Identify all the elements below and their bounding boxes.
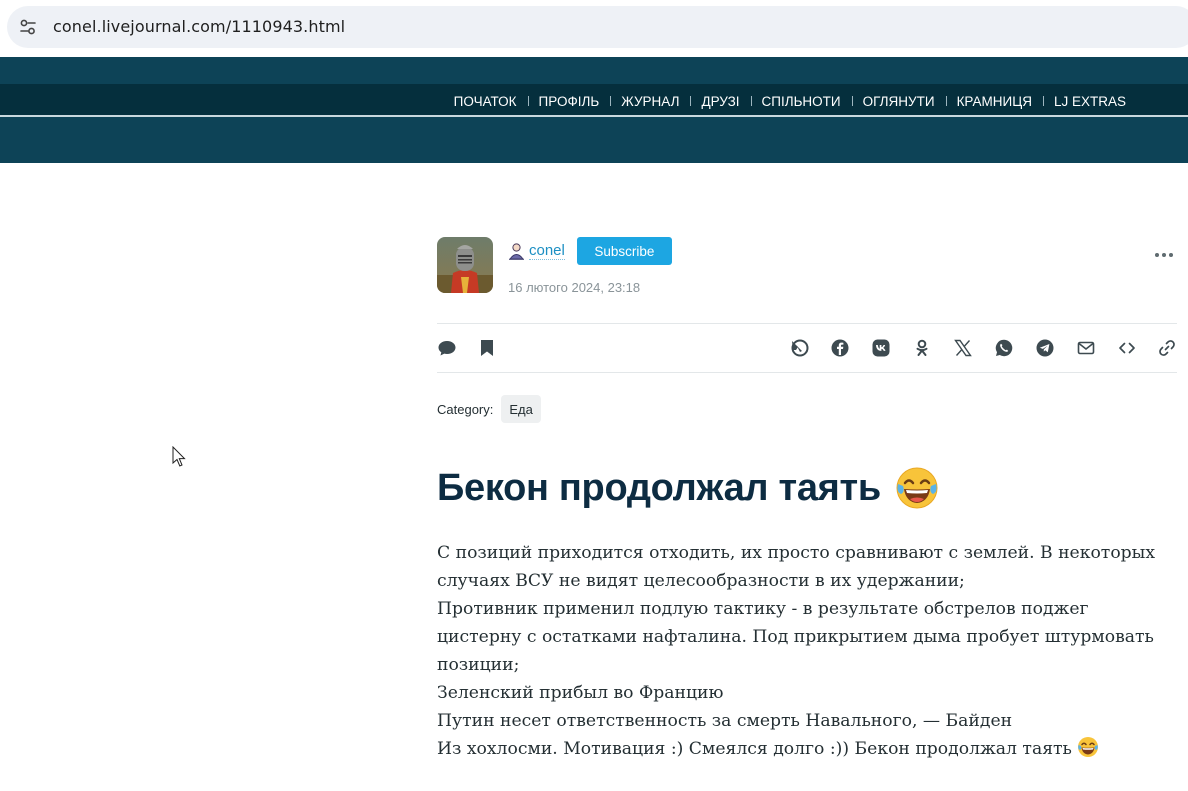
category-tag[interactable]: Еда [501,395,541,423]
email-icon[interactable] [1076,338,1096,358]
mouse-cursor-icon [172,445,186,468]
tune-icon[interactable] [19,18,37,36]
user-icon [508,242,525,260]
post-body-last-line: Из хохлосми. Мотивация :) Смеялся долго … [437,735,1182,763]
nav-item-communities[interactable]: СПІЛЬНОТИ [750,94,852,109]
vk-icon[interactable] [871,338,891,358]
post-body-line: Зеленский прибыл во Францию [437,683,724,703]
laughing-emoji-icon [895,466,939,510]
nav-item-lj-extras[interactable]: LJ EXTRAS [1042,94,1137,109]
post-title: Бекон продолжал таять [437,466,939,510]
post-date: 16 лютого 2024, 23:18 [508,280,641,295]
omnibox[interactable]: conel.livejournal.com/1110943.html [7,6,1188,48]
post-body-line: случаях ВСУ не видят целесообразности в … [437,571,965,591]
nav-item-shop[interactable]: КРАМНИЦЯ [945,94,1043,109]
category-label: Category: [437,401,494,417]
post-toolbar [437,323,1177,373]
post-body-line: С позиций приходится отходить, их просто… [437,543,1156,563]
comment-icon[interactable] [437,338,457,358]
author-avatar[interactable] [437,237,493,293]
nav-item-home[interactable]: ПОЧАТОК [443,94,528,109]
odnoklassniki-icon[interactable] [912,338,932,358]
post-body-line: Путин несет ответственность за смерть На… [437,711,1013,731]
post-body-line: позиции; [437,655,520,675]
url-text[interactable]: conel.livejournal.com/1110943.html [53,17,345,36]
x-icon[interactable] [953,338,973,358]
lj-top-nav: ПОЧАТОК ПРОФІЛЬ ЖУРНАЛ ДРУЗІ СПІЛЬНОТИ О… [443,93,1137,109]
post-body-line: Противник применил подлую тактику - в ре… [437,599,1089,619]
telegram-icon[interactable] [1035,338,1055,358]
laughing-emoji-icon [1077,736,1099,758]
facebook-icon[interactable] [830,338,850,358]
post-title-text: Бекон продолжал таять [437,466,881,509]
lj-header-divider [0,115,1188,117]
whatsapp-icon[interactable] [994,338,1014,358]
category-row: Category: Еда [437,395,541,423]
nav-item-friends[interactable]: ДРУЗІ [690,94,750,109]
link-icon[interactable] [1157,338,1177,358]
subscribe-button[interactable]: Subscribe [576,237,672,265]
post-body: С позиций приходится отходить, их просто… [437,539,1182,763]
lj-header: ПОЧАТОК ПРОФІЛЬ ЖУРНАЛ ДРУЗІ СПІЛЬНОТИ О… [0,57,1188,163]
nav-item-journal[interactable]: ЖУРНАЛ [610,94,690,109]
bookmark-icon[interactable] [477,338,497,358]
nav-item-profile[interactable]: ПРОФІЛЬ [527,94,611,109]
embed-icon[interactable] [1117,338,1137,358]
browser-address-bar: conel.livejournal.com/1110943.html [0,0,1188,57]
livejournal-icon[interactable] [789,338,809,358]
nav-item-explore[interactable]: ОГЛЯНУТИ [851,94,946,109]
author-row: conel Subscribe [508,237,672,265]
more-options-icon[interactable] [1154,246,1174,257]
post-body-line: Из хохлосми. Мотивация :) Смеялся долго … [437,739,1072,759]
author-link[interactable]: conel [529,242,565,260]
post-body-line: цистерну с остатками нафталина. Под прик… [437,627,1154,647]
